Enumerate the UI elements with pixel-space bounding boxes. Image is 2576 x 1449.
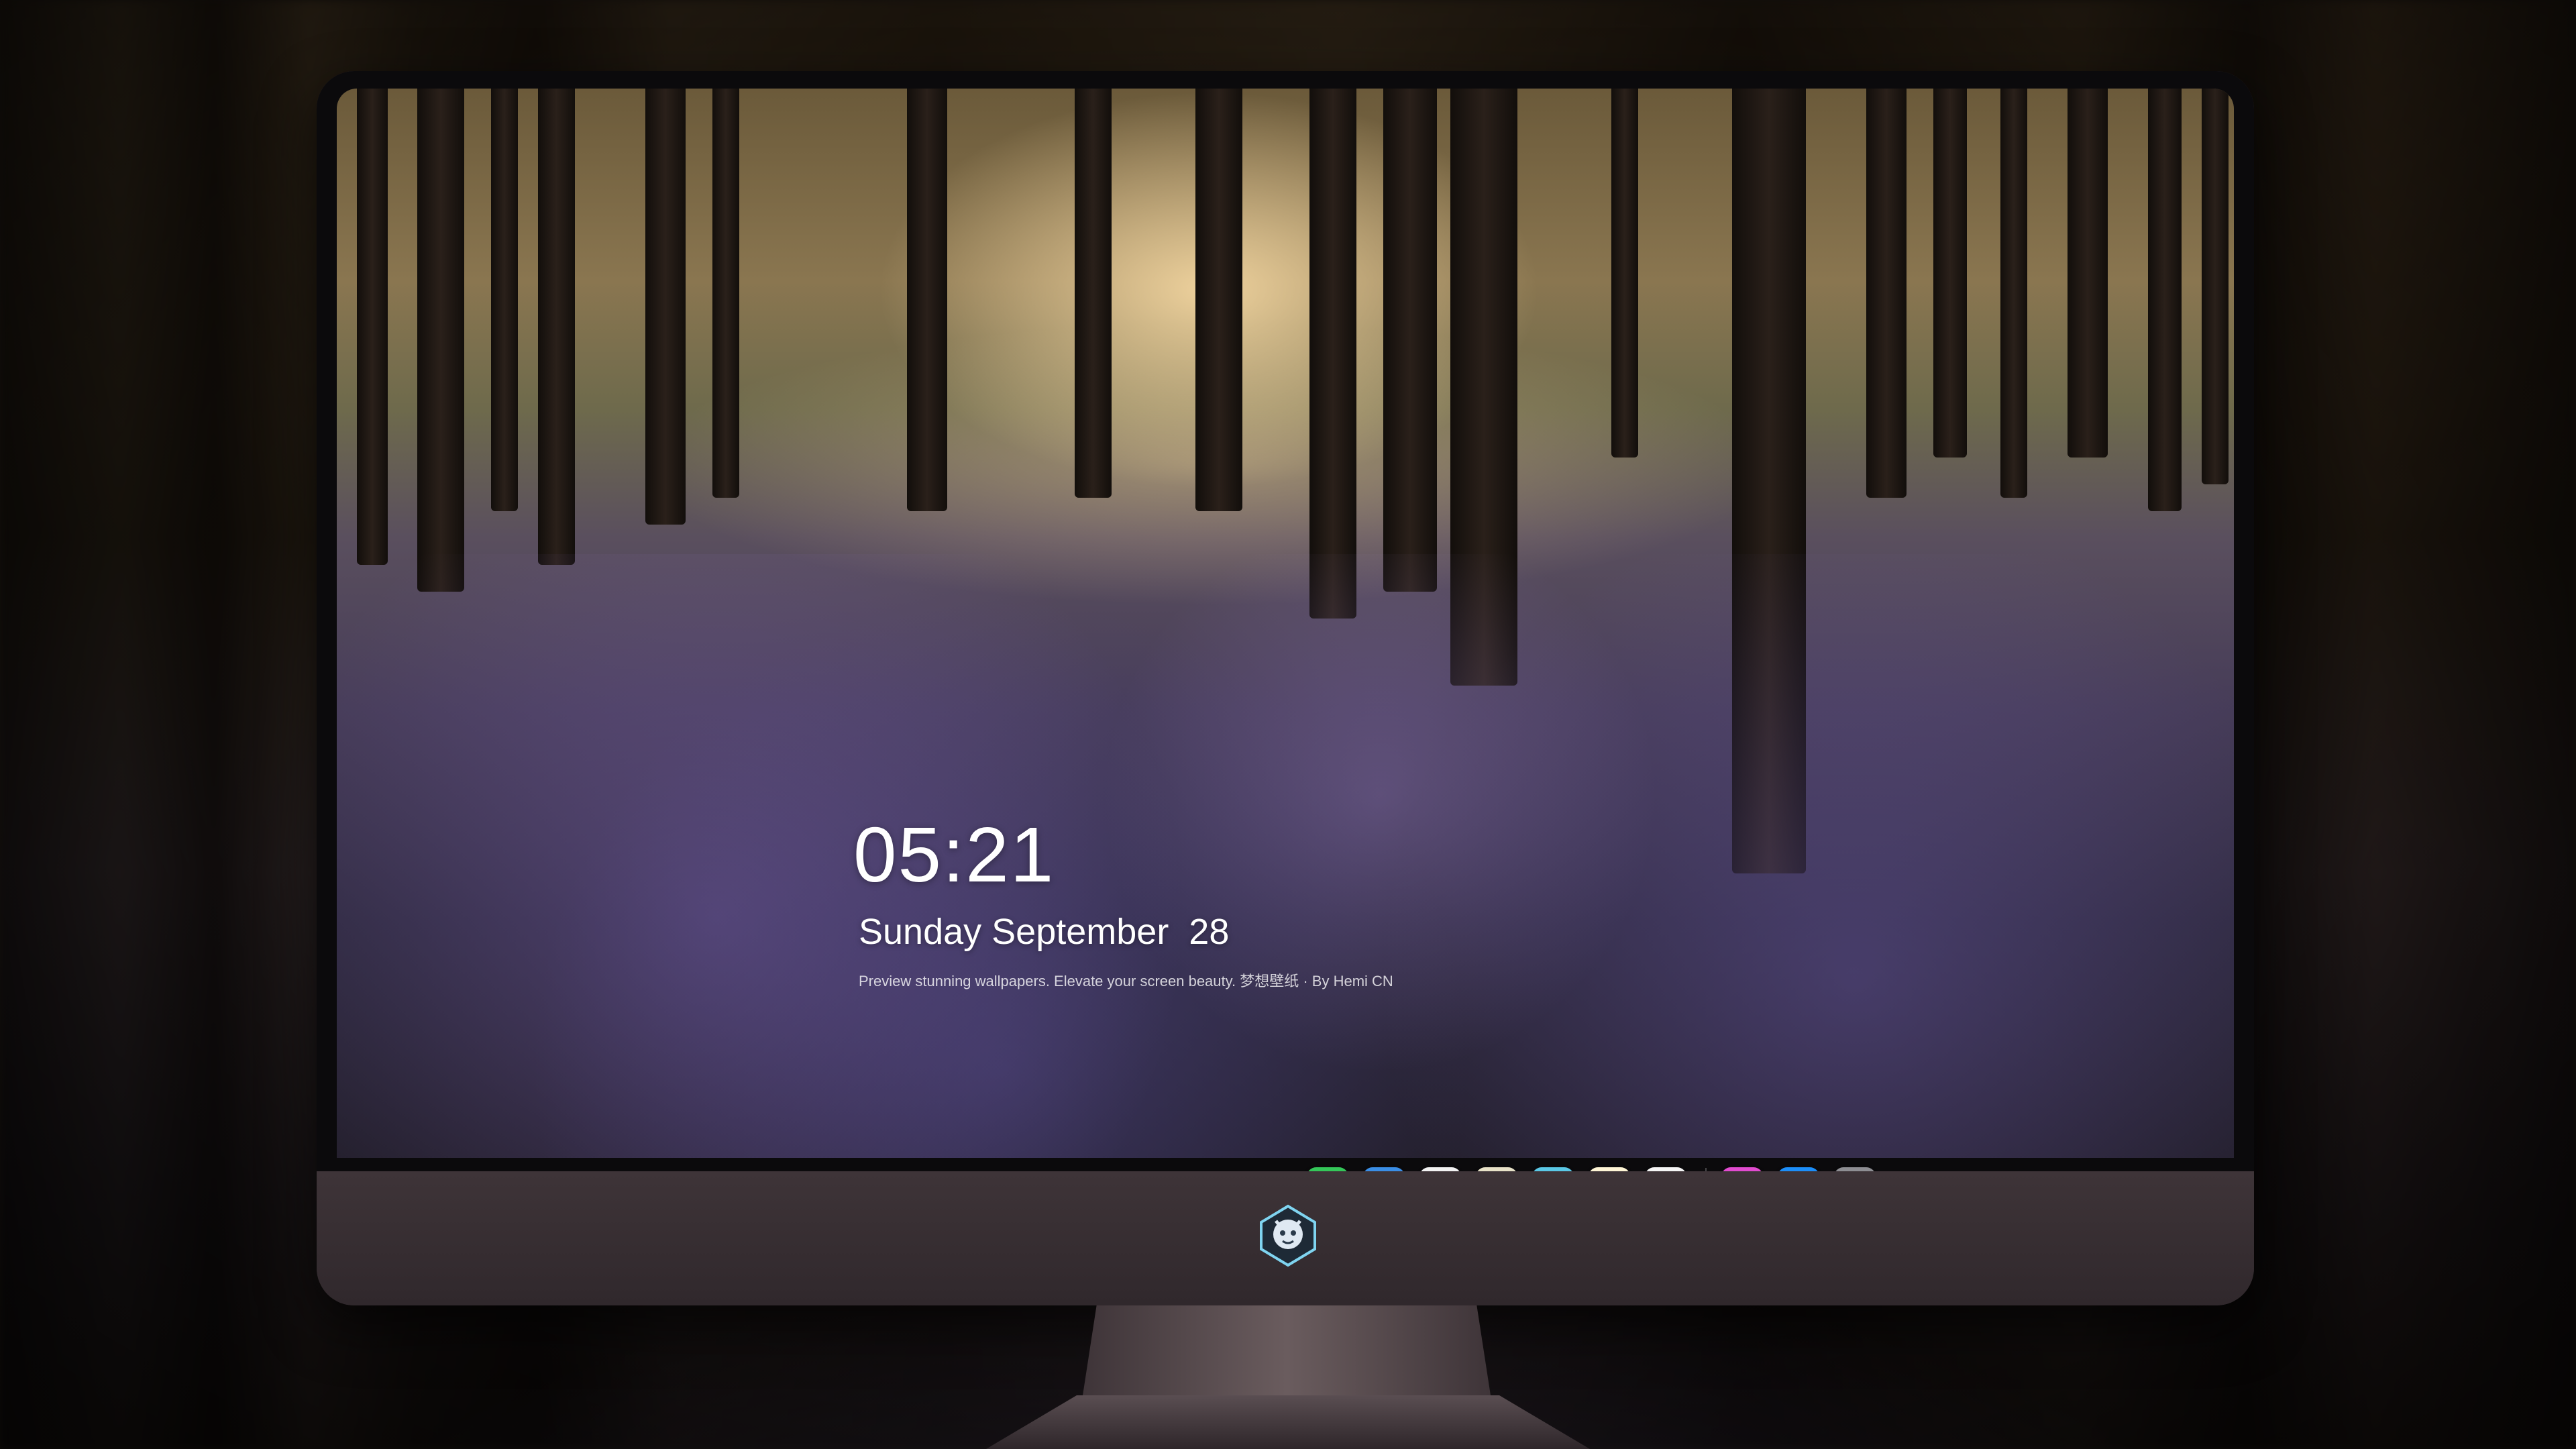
monitor-chin bbox=[317, 1171, 2254, 1305]
lock-screen-time: 05:21 bbox=[853, 811, 1055, 898]
lock-screen-date: Sunday September 28 bbox=[859, 912, 1230, 952]
brand-logo-icon bbox=[1260, 1204, 1316, 1267]
lock-screen[interactable]: 05:21 Sunday September 28 Preview stunni… bbox=[337, 89, 2234, 1158]
lock-screen-tagline: Preview stunning wallpapers. Elevate you… bbox=[859, 973, 1393, 989]
monitor-stand-base bbox=[986, 1395, 1590, 1449]
monitor-bezel: 05:21 Sunday September 28 Preview stunni… bbox=[317, 71, 2254, 1209]
monitor: 05:21 Sunday September 28 Preview stunni… bbox=[317, 71, 2254, 1305]
bluebell-ground bbox=[337, 554, 2234, 1158]
